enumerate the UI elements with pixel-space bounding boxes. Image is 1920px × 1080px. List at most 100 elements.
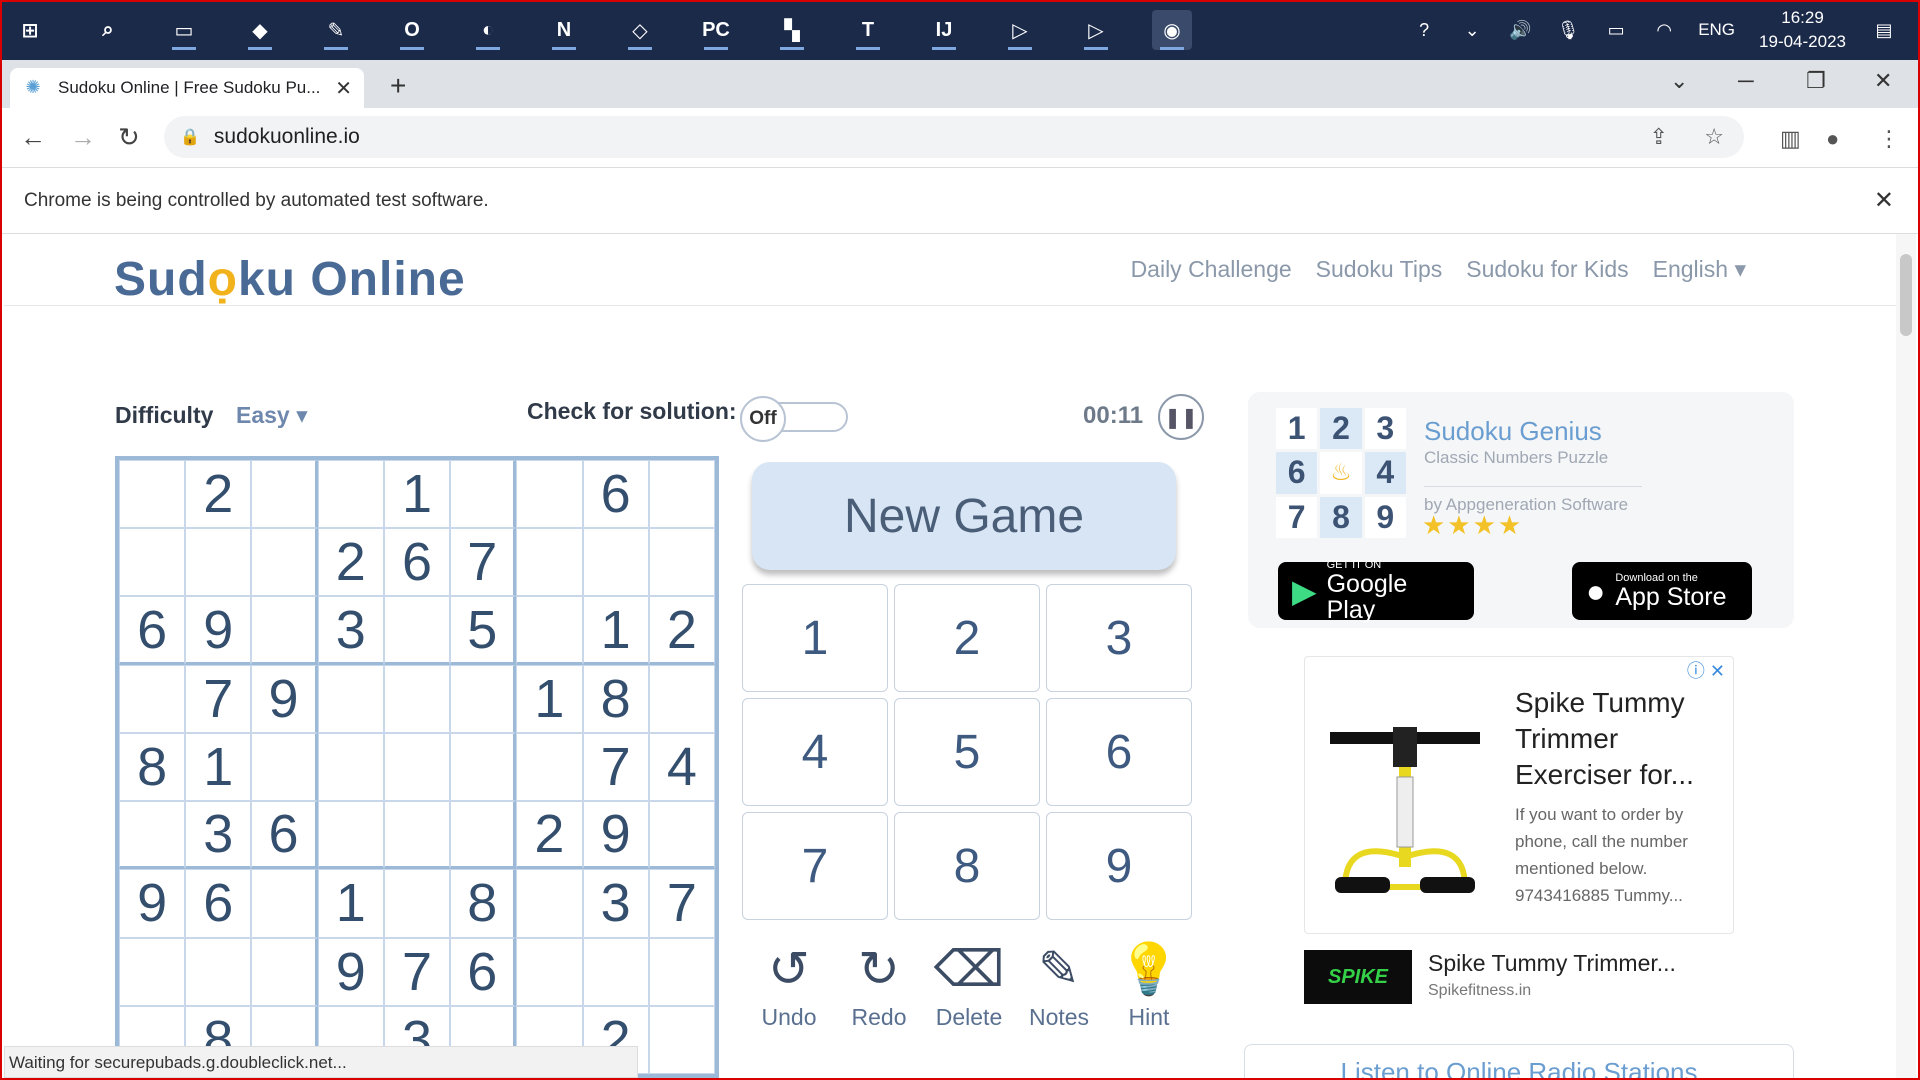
grid-cell[interactable] <box>119 937 186 1006</box>
grid-cell[interactable] <box>119 460 186 529</box>
undo-button[interactable]: ↺ Undo <box>744 934 834 1031</box>
outlook-icon[interactable]: O <box>392 10 432 50</box>
grid-cell[interactable] <box>648 664 715 733</box>
grid-cell[interactable] <box>251 732 318 802</box>
close-window-button[interactable]: ✕ <box>1874 68 1892 94</box>
grid-cell[interactable] <box>450 732 517 802</box>
grid-cell[interactable]: 7 <box>383 937 451 1006</box>
teams-icon[interactable]: T <box>848 10 888 50</box>
grid-cell[interactable] <box>648 460 715 529</box>
grid-cell[interactable] <box>383 869 451 938</box>
back-icon[interactable]: ← <box>20 122 46 153</box>
grid-cell[interactable]: 9 <box>317 937 384 1006</box>
grid-cell[interactable]: 9 <box>119 869 186 938</box>
grid-cell[interactable] <box>450 801 517 870</box>
grid-cell[interactable]: 1 <box>185 732 252 802</box>
grid-cell[interactable]: 1 <box>383 460 451 529</box>
grid-cell[interactable] <box>648 801 715 870</box>
numpad-button[interactable]: 8 <box>894 812 1040 920</box>
notifications-icon[interactable]: ▤ <box>1868 14 1900 46</box>
chrome-icon[interactable]: ◉ <box>1152 10 1192 50</box>
grid-cell[interactable]: 7 <box>648 869 715 938</box>
grid-cell[interactable]: 3 <box>582 869 649 938</box>
new-game-button[interactable]: New Game <box>752 462 1176 570</box>
nav-daily-challenge[interactable]: Daily Challenge <box>1131 256 1292 283</box>
grid-cell[interactable] <box>648 528 715 597</box>
ad-info-icon[interactable]: ⓘ <box>1687 661 1705 681</box>
grid-cell[interactable] <box>582 937 649 1006</box>
app-icon-3[interactable]: ▚ <box>772 10 812 50</box>
site-logo[interactable]: Sudọku Online <box>114 252 466 307</box>
ad-title[interactable]: Spike Tummy Trimmer Exerciser for... <box>1515 685 1725 793</box>
url-text[interactable]: sudokuonline.io <box>214 125 360 149</box>
google-play-button[interactable]: ▶ GET IT ON Google Play <box>1278 559 1474 623</box>
grid-cell[interactable] <box>119 801 186 870</box>
numpad-button[interactable]: 9 <box>1046 812 1192 920</box>
grid-cell[interactable] <box>185 937 252 1006</box>
grid-cell[interactable]: 6 <box>185 869 252 938</box>
windows-start-icon[interactable]: ⊞ <box>10 10 50 50</box>
grid-cell[interactable] <box>119 664 186 733</box>
microphone-icon[interactable]: 🎙 <box>1552 14 1584 46</box>
grid-cell[interactable] <box>648 1005 715 1074</box>
ad-close-icon[interactable]: ✕ <box>1710 661 1725 681</box>
grid-cell[interactable]: 8 <box>582 664 649 733</box>
pycharm-icon[interactable]: PC <box>696 10 736 50</box>
hint-button[interactable]: 💡 Hint <box>1104 934 1194 1031</box>
grid-cell[interactable] <box>450 664 517 733</box>
brave-icon[interactable]: ◆ <box>240 10 280 50</box>
nav-sudoku-tips[interactable]: Sudoku Tips <box>1316 256 1443 283</box>
chevron-up-icon[interactable]: ⌄ <box>1456 14 1488 46</box>
grid-cell[interactable]: 6 <box>383 528 451 597</box>
app-icon-4[interactable]: ▷ <box>1000 10 1040 50</box>
numpad-button[interactable]: 1 <box>742 584 888 692</box>
grid-cell[interactable] <box>516 460 583 529</box>
grid-cell[interactable]: 7 <box>450 528 517 597</box>
check-solution-toggle[interactable]: Off <box>740 396 848 442</box>
file-explorer-icon[interactable]: ▭ <box>164 10 204 50</box>
grid-cell[interactable] <box>251 460 318 529</box>
grid-cell[interactable]: 6 <box>119 596 186 665</box>
grid-cell[interactable] <box>383 596 451 665</box>
grid-cell[interactable]: 2 <box>185 460 252 529</box>
numpad-button[interactable]: 5 <box>894 698 1040 806</box>
numpad-button[interactable]: 4 <box>742 698 888 806</box>
app-icon-5[interactable]: ▷ <box>1076 10 1116 50</box>
share-icon[interactable]: ⇪ <box>1650 124 1668 150</box>
grid-cell[interactable]: 7 <box>582 732 649 802</box>
grid-cell[interactable] <box>317 664 384 733</box>
app-store-button[interactable]: ● Download on the App Store <box>1572 562 1752 620</box>
delete-button[interactable]: ⌫ Delete <box>924 934 1014 1031</box>
grid-cell[interactable] <box>516 869 583 938</box>
language-dropdown[interactable]: English ▾ <box>1653 256 1746 283</box>
grid-cell[interactable] <box>251 869 318 938</box>
restore-button[interactable]: ❐ <box>1806 68 1826 94</box>
grid-cell[interactable]: 1 <box>582 596 649 665</box>
numpad-button[interactable]: 6 <box>1046 698 1192 806</box>
grid-cell[interactable]: 7 <box>185 664 252 733</box>
grid-cell[interactable]: 1 <box>317 869 384 938</box>
grid-cell[interactable]: 5 <box>450 596 517 665</box>
grid-cell[interactable]: 6 <box>450 937 517 1006</box>
grid-cell[interactable] <box>317 732 384 802</box>
advertisement[interactable]: ⓘ ✕ Spike Tummy Trimmer Exerciser for...… <box>1304 656 1734 934</box>
address-bar[interactable]: 🔒 sudokuonline.io ⇪ ☆ <box>164 116 1744 158</box>
intellij-icon[interactable]: IJ <box>924 10 964 50</box>
grid-cell[interactable]: 9 <box>251 664 318 733</box>
grid-cell[interactable]: 9 <box>185 596 252 665</box>
app-icon[interactable]: ✎ <box>316 10 356 50</box>
lock-icon[interactable]: 🔒 <box>180 127 200 147</box>
grid-cell[interactable] <box>516 732 583 802</box>
numpad-button[interactable]: 2 <box>894 584 1040 692</box>
grid-cell[interactable]: 6 <box>251 801 318 870</box>
nav-sudoku-for-kids[interactable]: Sudoku for Kids <box>1466 256 1628 283</box>
ad-link[interactable]: SPIKE Spike Tummy Trimmer... Spikefitnes… <box>1304 950 1734 1006</box>
grid-cell[interactable] <box>119 528 186 597</box>
app-icon-2[interactable]: ◐ <box>468 10 508 50</box>
grid-cell[interactable]: 4 <box>648 732 715 802</box>
numpad-button[interactable]: 7 <box>742 812 888 920</box>
pause-button[interactable]: ❚❚ <box>1158 394 1204 440</box>
notes-button[interactable]: ✎ Notes <box>1014 934 1104 1031</box>
minimize-button[interactable]: ─ <box>1738 68 1754 94</box>
wifi-icon[interactable]: ◠ <box>1648 14 1680 46</box>
